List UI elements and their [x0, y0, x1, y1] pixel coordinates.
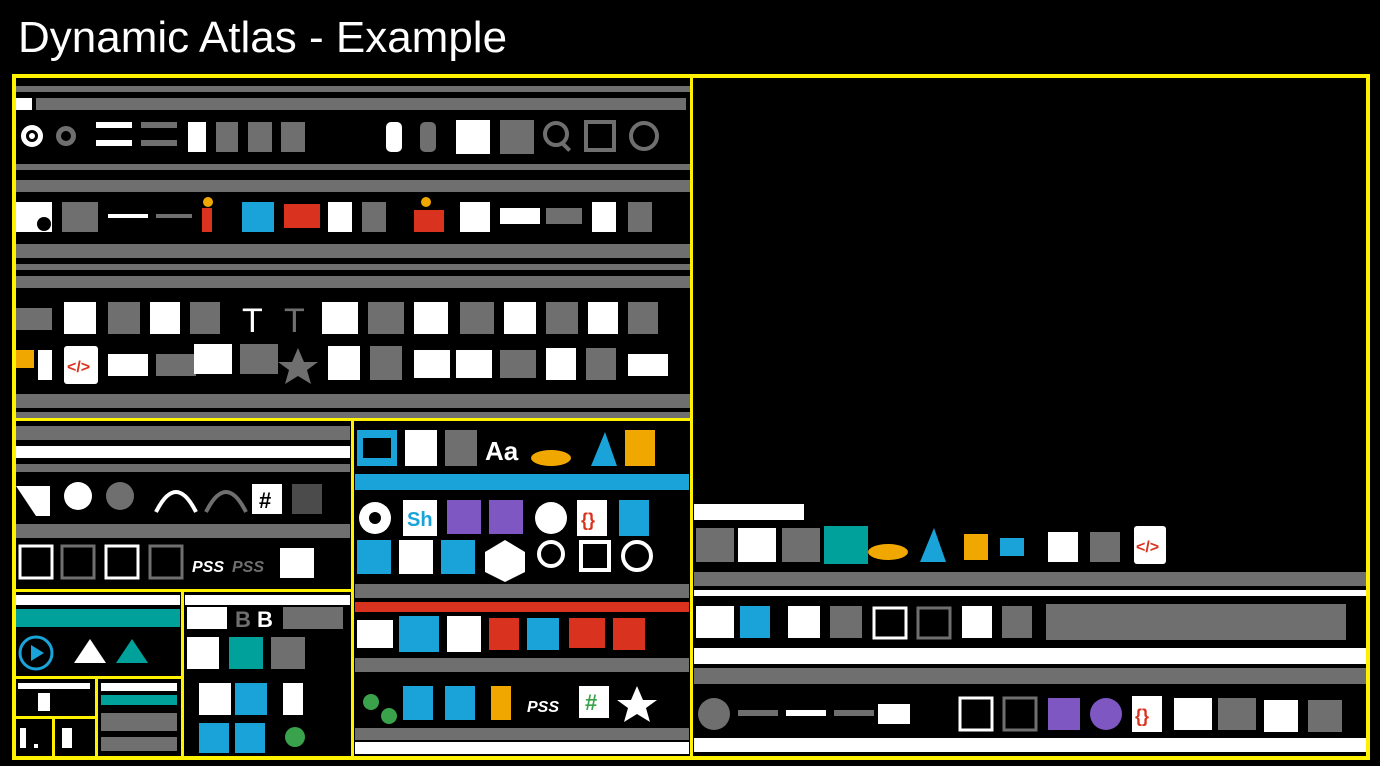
pss-glyph-2: PSS	[527, 699, 559, 716]
keyboard-icon	[357, 430, 397, 466]
text-icon: T T	[150, 302, 305, 340]
b-glyph-2: B	[257, 607, 273, 632]
search-icon-2	[537, 540, 565, 568]
music-icon-2	[283, 683, 303, 715]
arrow-tree-icon-2	[696, 528, 820, 562]
bezier-icon	[154, 490, 248, 513]
braces-icon: {}	[577, 500, 607, 536]
gear-icon-2	[698, 698, 730, 730]
box-icon	[460, 202, 652, 232]
grid-icon	[16, 302, 140, 334]
pencil-icon	[625, 430, 655, 466]
code-glyph: </>	[67, 359, 90, 376]
text-cursor-icon	[96, 122, 305, 152]
run-icon-3	[613, 618, 645, 650]
text-glyph: T	[242, 302, 263, 340]
sh-icon: Sh	[403, 500, 437, 536]
external-link-icon	[584, 120, 616, 152]
atlas-region-tiny-4	[62, 728, 72, 748]
slide-icon	[16, 202, 192, 232]
pss-glyph-dim: PSS	[232, 559, 264, 576]
arrow-tree-icon	[363, 694, 397, 724]
star-icon-2	[617, 686, 657, 722]
gear-icon	[359, 502, 391, 534]
code-glyph-2: </>	[1136, 539, 1159, 556]
paint-palette-icon	[64, 482, 134, 510]
checkbox-icon	[696, 606, 862, 638]
atlas-region-tiny-2	[101, 683, 177, 751]
aladdin-lamp-icon	[531, 450, 571, 466]
text-glyph-dim: T	[284, 302, 305, 340]
folder-open-icon-2	[357, 620, 393, 648]
braces-glyph-2: {}	[1135, 706, 1149, 726]
code-icon: </>	[64, 346, 98, 384]
run-icon	[202, 197, 320, 232]
target-icon	[21, 125, 43, 147]
atlas-region-mid-left: # PSS PSS	[16, 426, 350, 580]
flame-icon	[591, 432, 617, 466]
atlas-region-mid-center: Aa Sh {} PSS #	[355, 430, 689, 754]
atlas-region-right: </> {}	[694, 504, 1366, 752]
slide-icon-row	[108, 344, 278, 376]
folder-open-icon	[328, 346, 668, 380]
star-search-icon-2	[621, 540, 653, 572]
braces-glyph: {}	[581, 510, 595, 530]
star-icon	[278, 348, 318, 384]
eye-icon	[535, 502, 567, 534]
atlas-region-bottom-left	[16, 595, 180, 671]
move-icon	[18, 544, 184, 580]
folder-icon	[16, 350, 52, 380]
page-title: Dynamic Atlas - Example	[18, 13, 508, 62]
hash-icon-2: #	[579, 686, 609, 718]
hash-glyph-2: #	[585, 690, 597, 715]
cursor-icon-2	[280, 548, 314, 578]
run-icon-2	[489, 618, 519, 650]
atlas-region-top-left: T T </>	[16, 86, 690, 418]
external-link-icon-2	[579, 540, 611, 572]
play-icon	[18, 635, 54, 671]
cursor-icon	[16, 486, 50, 516]
toggle-icon	[56, 126, 76, 146]
atlas-region-bottom-mid: B B	[185, 595, 350, 753]
layers-icon	[322, 302, 494, 334]
tiny-icon-row	[16, 86, 690, 110]
hash-icon: #	[252, 484, 322, 514]
cube-icon	[357, 540, 475, 574]
document-icon	[619, 500, 649, 536]
keyboard-icon-2	[399, 616, 439, 652]
search-icon	[543, 121, 572, 152]
hash-glyph: #	[259, 488, 271, 513]
window-icon	[872, 606, 1032, 640]
save-icon-2	[403, 686, 475, 720]
music-icon	[491, 686, 511, 720]
unity-icon	[485, 540, 525, 582]
braces-icon-2: {}	[1132, 696, 1162, 732]
atlas-region-tiny-1	[18, 683, 90, 711]
code-icon-2: </>	[1134, 526, 1166, 564]
puzzle-icon-2	[527, 618, 559, 650]
list-icon	[504, 302, 658, 334]
columns-icon	[958, 696, 1038, 732]
sh-glyph: Sh	[407, 509, 433, 531]
frame-icon	[447, 500, 523, 534]
pss-glyph: PSS	[192, 559, 224, 576]
barrier-icon	[328, 197, 444, 232]
star-search-icon	[629, 121, 659, 151]
film-icon	[405, 430, 477, 466]
atlas-region-tiny-3	[20, 728, 38, 748]
barrier-icon-2	[569, 618, 605, 648]
aa-glyph: Aa	[485, 436, 519, 466]
box-icon-2	[447, 616, 481, 652]
save-icon	[386, 120, 534, 154]
b-glyph: B	[235, 607, 251, 632]
